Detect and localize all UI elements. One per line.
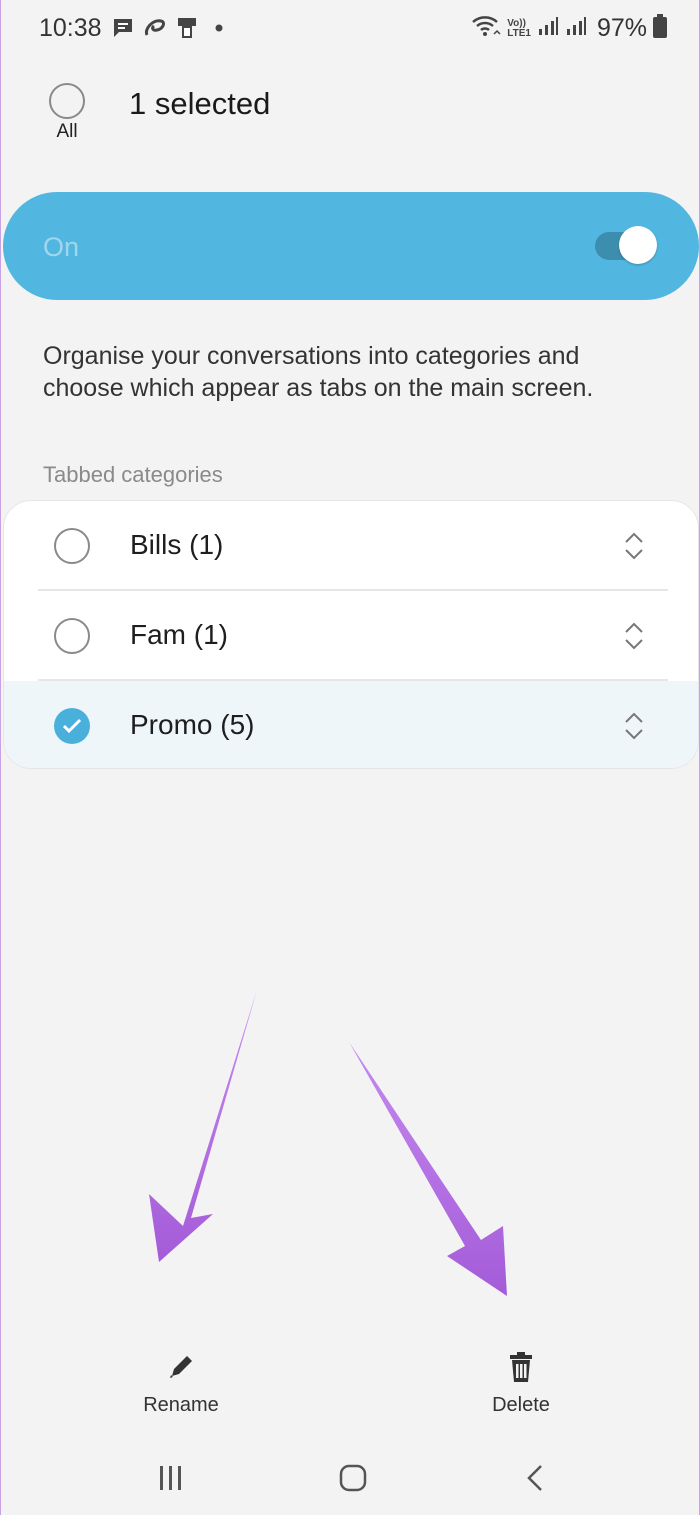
category-list: Bills (1) Fam (1) Promo (5) xyxy=(3,500,699,769)
arrow-to-rename xyxy=(149,990,257,1262)
navigation-bar xyxy=(1,1440,700,1515)
checkmark-icon xyxy=(62,718,82,734)
home-button[interactable] xyxy=(323,1458,383,1498)
signal-icon xyxy=(537,15,559,42)
system-icons: Vo)) LTE1 97% xyxy=(471,14,667,43)
select-all-checkbox[interactable]: All xyxy=(47,83,87,143)
master-toggle-switch[interactable] xyxy=(595,226,657,264)
wifi-icon xyxy=(471,14,501,43)
home-icon xyxy=(339,1464,367,1492)
category-label: Fam (1) xyxy=(130,619,228,650)
page-title: 1 selected xyxy=(129,86,271,121)
select-all-label: All xyxy=(56,121,78,142)
reorder-handle-icon[interactable] xyxy=(622,708,646,744)
category-label: Bills (1) xyxy=(130,529,224,560)
signal-icon xyxy=(565,15,587,42)
rename-button[interactable]: Rename xyxy=(111,1350,251,1417)
category-row-bills[interactable]: Bills (1) xyxy=(4,501,698,591)
description-text: Organise your conversations into categor… xyxy=(43,342,594,402)
category-checkbox[interactable] xyxy=(54,618,90,654)
reorder-handle-icon[interactable] xyxy=(622,528,646,564)
status-bar: 10:38 Vo)) LTE1 97% xyxy=(1,0,700,60)
category-checkbox-checked[interactable] xyxy=(54,708,90,744)
trash-icon xyxy=(510,1352,532,1382)
category-checkbox[interactable] xyxy=(54,528,90,564)
battery-percent: 97% xyxy=(596,14,647,42)
status-time: 10:38 xyxy=(39,14,102,42)
master-switch-bar[interactable]: On xyxy=(3,192,699,300)
back-icon xyxy=(527,1465,542,1491)
category-row-fam[interactable]: Fam (1) xyxy=(4,591,698,681)
mobile-icon xyxy=(175,16,199,40)
pencil-icon xyxy=(170,1356,192,1378)
recent-apps-button[interactable] xyxy=(141,1458,201,1498)
reorder-handle-icon[interactable] xyxy=(622,618,646,654)
category-row-promo[interactable]: Promo (5) xyxy=(4,681,698,768)
category-label: Promo (5) xyxy=(130,709,255,740)
battery-icon xyxy=(653,14,667,43)
volte-label: Vo)) xyxy=(507,17,526,29)
notification-icons xyxy=(111,16,231,40)
dot-icon xyxy=(207,16,231,40)
section-header: Tabbed categories xyxy=(43,462,223,487)
volte-icon: Vo)) LTE1 xyxy=(507,17,531,39)
toggle-thumb xyxy=(619,226,657,264)
master-switch-label: On xyxy=(43,232,80,262)
lte-label: LTE1 xyxy=(507,27,531,39)
arrow-to-delete xyxy=(349,1042,507,1296)
message-icon xyxy=(111,16,135,40)
back-button[interactable] xyxy=(505,1458,565,1498)
rename-label: Rename xyxy=(143,1394,219,1416)
airtel-icon xyxy=(143,16,167,40)
recent-apps-icon xyxy=(160,1466,181,1490)
delete-button[interactable]: Delete xyxy=(451,1350,591,1417)
delete-label: Delete xyxy=(492,1394,550,1416)
select-all-circle[interactable] xyxy=(49,83,85,119)
